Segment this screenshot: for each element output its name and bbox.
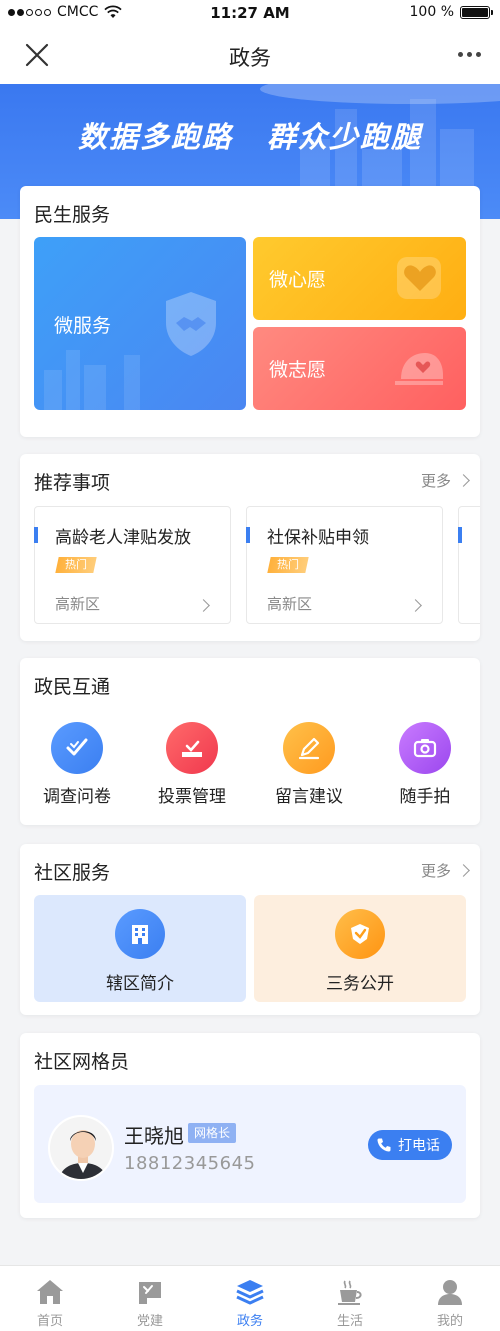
section-title: 社区服务 (34, 862, 111, 884)
item-title: 社保补贴申领 (267, 528, 369, 548)
slogan-left: 数据多跑路 (77, 120, 233, 154)
more-link[interactable]: 更多 (420, 860, 470, 881)
tab-label: 首页 (36, 1314, 63, 1329)
battery-icon (460, 5, 493, 19)
call-button[interactable]: 打电话 (368, 1130, 452, 1160)
heart-icon (397, 257, 441, 299)
pencil-icon (283, 722, 335, 774)
tile-label: 三务公开 (326, 974, 394, 994)
home-icon (34, 1276, 66, 1308)
tab-party[interactable]: 党建 (100, 1266, 200, 1331)
tile-label: 辖区简介 (106, 974, 174, 994)
accent-bar (246, 527, 250, 543)
hot-tag: 热门 (55, 557, 97, 573)
tab-government[interactable]: 政务 (200, 1266, 300, 1331)
battery-label: 100 % (409, 4, 454, 20)
role-badge: 网格长 (188, 1123, 237, 1143)
livelihood-card: 民生服务 微服务 微心愿 微志愿 (20, 186, 480, 437)
grid-member-card: 社区网格员 王晓旭 网格长 18812345645 打电话 (20, 1033, 480, 1218)
tool-label: 随手拍 (399, 787, 451, 807)
micro-volunteer-tile[interactable]: 微志愿 (253, 327, 466, 410)
volunteer-cap-icon (395, 353, 443, 385)
recommended-card: 推荐事项 更多 高龄老人津贴发放 热门 高新区 社保补贴申领 热门 高新区 (20, 454, 480, 641)
chevron-right-icon (457, 864, 470, 877)
banner-slogan: 数据多跑路 群众少跑腿 (0, 114, 500, 156)
interaction-card: 政民互通 调查问卷 投票管理 留言建议 随手拍 (20, 658, 480, 825)
phone-icon (377, 1138, 391, 1152)
tab-life[interactable]: 生活 (300, 1266, 400, 1331)
accent-bar (34, 527, 38, 543)
party-flag-icon (134, 1276, 166, 1308)
vote-button[interactable]: 投票管理 (142, 722, 242, 807)
slogan-right: 群众少跑腿 (267, 120, 423, 154)
layers-icon (234, 1276, 266, 1308)
coffee-cup-icon (334, 1276, 366, 1308)
snapshot-button[interactable]: 随手拍 (375, 722, 475, 807)
member-name: 王晓旭 (124, 1124, 184, 1148)
public-affairs-tile[interactable]: 三务公开 (254, 895, 466, 1002)
micro-wish-tile[interactable]: 微心愿 (253, 237, 466, 320)
item-area: 高新区 (55, 595, 101, 613)
section-title: 推荐事项 (34, 472, 111, 494)
member-phone: 18812345645 (124, 1153, 256, 1174)
tool-label: 投票管理 (158, 787, 226, 807)
camera-icon (399, 722, 451, 774)
avatar (48, 1115, 114, 1181)
tab-label: 我的 (436, 1314, 463, 1329)
more-dots-icon[interactable] (454, 42, 484, 66)
tab-mine[interactable]: 我的 (400, 1266, 500, 1331)
handshake-shield-icon (166, 292, 216, 356)
building-icon (115, 909, 165, 959)
call-label: 打电话 (398, 1138, 440, 1154)
accent-bar (458, 527, 462, 543)
chevron-right-icon (197, 599, 210, 612)
more-link[interactable]: 更多 (420, 470, 470, 491)
tool-label: 留言建议 (275, 787, 343, 807)
tab-bar: 首页 党建 政务 生活 我的 (0, 1265, 500, 1331)
tab-label: 生活 (336, 1314, 363, 1329)
section-title: 政民互通 (34, 676, 111, 698)
grid-member-box: 王晓旭 网格长 18812345645 打电话 (34, 1085, 466, 1203)
tab-label: 党建 (136, 1314, 163, 1329)
person-portrait-icon (50, 1117, 112, 1179)
item-title: 高龄老人津贴发放 (55, 528, 191, 548)
tab-home[interactable]: 首页 (0, 1266, 100, 1331)
micro-wish-label: 微心愿 (269, 269, 327, 291)
tab-label: 政务 (236, 1314, 263, 1329)
vote-box-icon (166, 722, 218, 774)
micro-volunteer-label: 微志愿 (269, 359, 327, 381)
district-intro-tile[interactable]: 辖区简介 (34, 895, 246, 1002)
recommended-item[interactable]: 高龄老人津贴发放 热门 高新区 (34, 506, 231, 624)
chevron-right-icon (409, 599, 422, 612)
user-icon (434, 1276, 466, 1308)
page-title: 政务 (229, 46, 271, 70)
status-right: 100 % (409, 4, 493, 20)
hot-tag: 热门 (267, 557, 309, 573)
tool-label: 调查问卷 (43, 787, 111, 807)
chevron-right-icon (457, 474, 470, 487)
recommended-item-partial[interactable] (458, 506, 480, 624)
micro-service-label: 微服务 (54, 315, 112, 337)
community-card: 社区服务 更多 辖区简介 三务公开 (20, 844, 480, 1015)
section-title: 社区网格员 (34, 1051, 130, 1073)
recommended-item[interactable]: 社保补贴申领 热门 高新区 (246, 506, 443, 624)
more-label: 更多 (420, 862, 451, 880)
section-title: 民生服务 (34, 204, 111, 226)
more-label: 更多 (420, 472, 451, 490)
nav-bar: 政务 (0, 26, 500, 84)
suggestion-button[interactable]: 留言建议 (259, 722, 359, 807)
status-bar: CMCC 11:27 AM 100 % (0, 0, 500, 26)
item-area: 高新区 (267, 595, 313, 613)
survey-button[interactable]: 调查问卷 (27, 722, 127, 807)
badge-shield-icon (335, 909, 385, 959)
survey-check-icon (51, 722, 103, 774)
micro-service-tile[interactable]: 微服务 (34, 237, 246, 410)
